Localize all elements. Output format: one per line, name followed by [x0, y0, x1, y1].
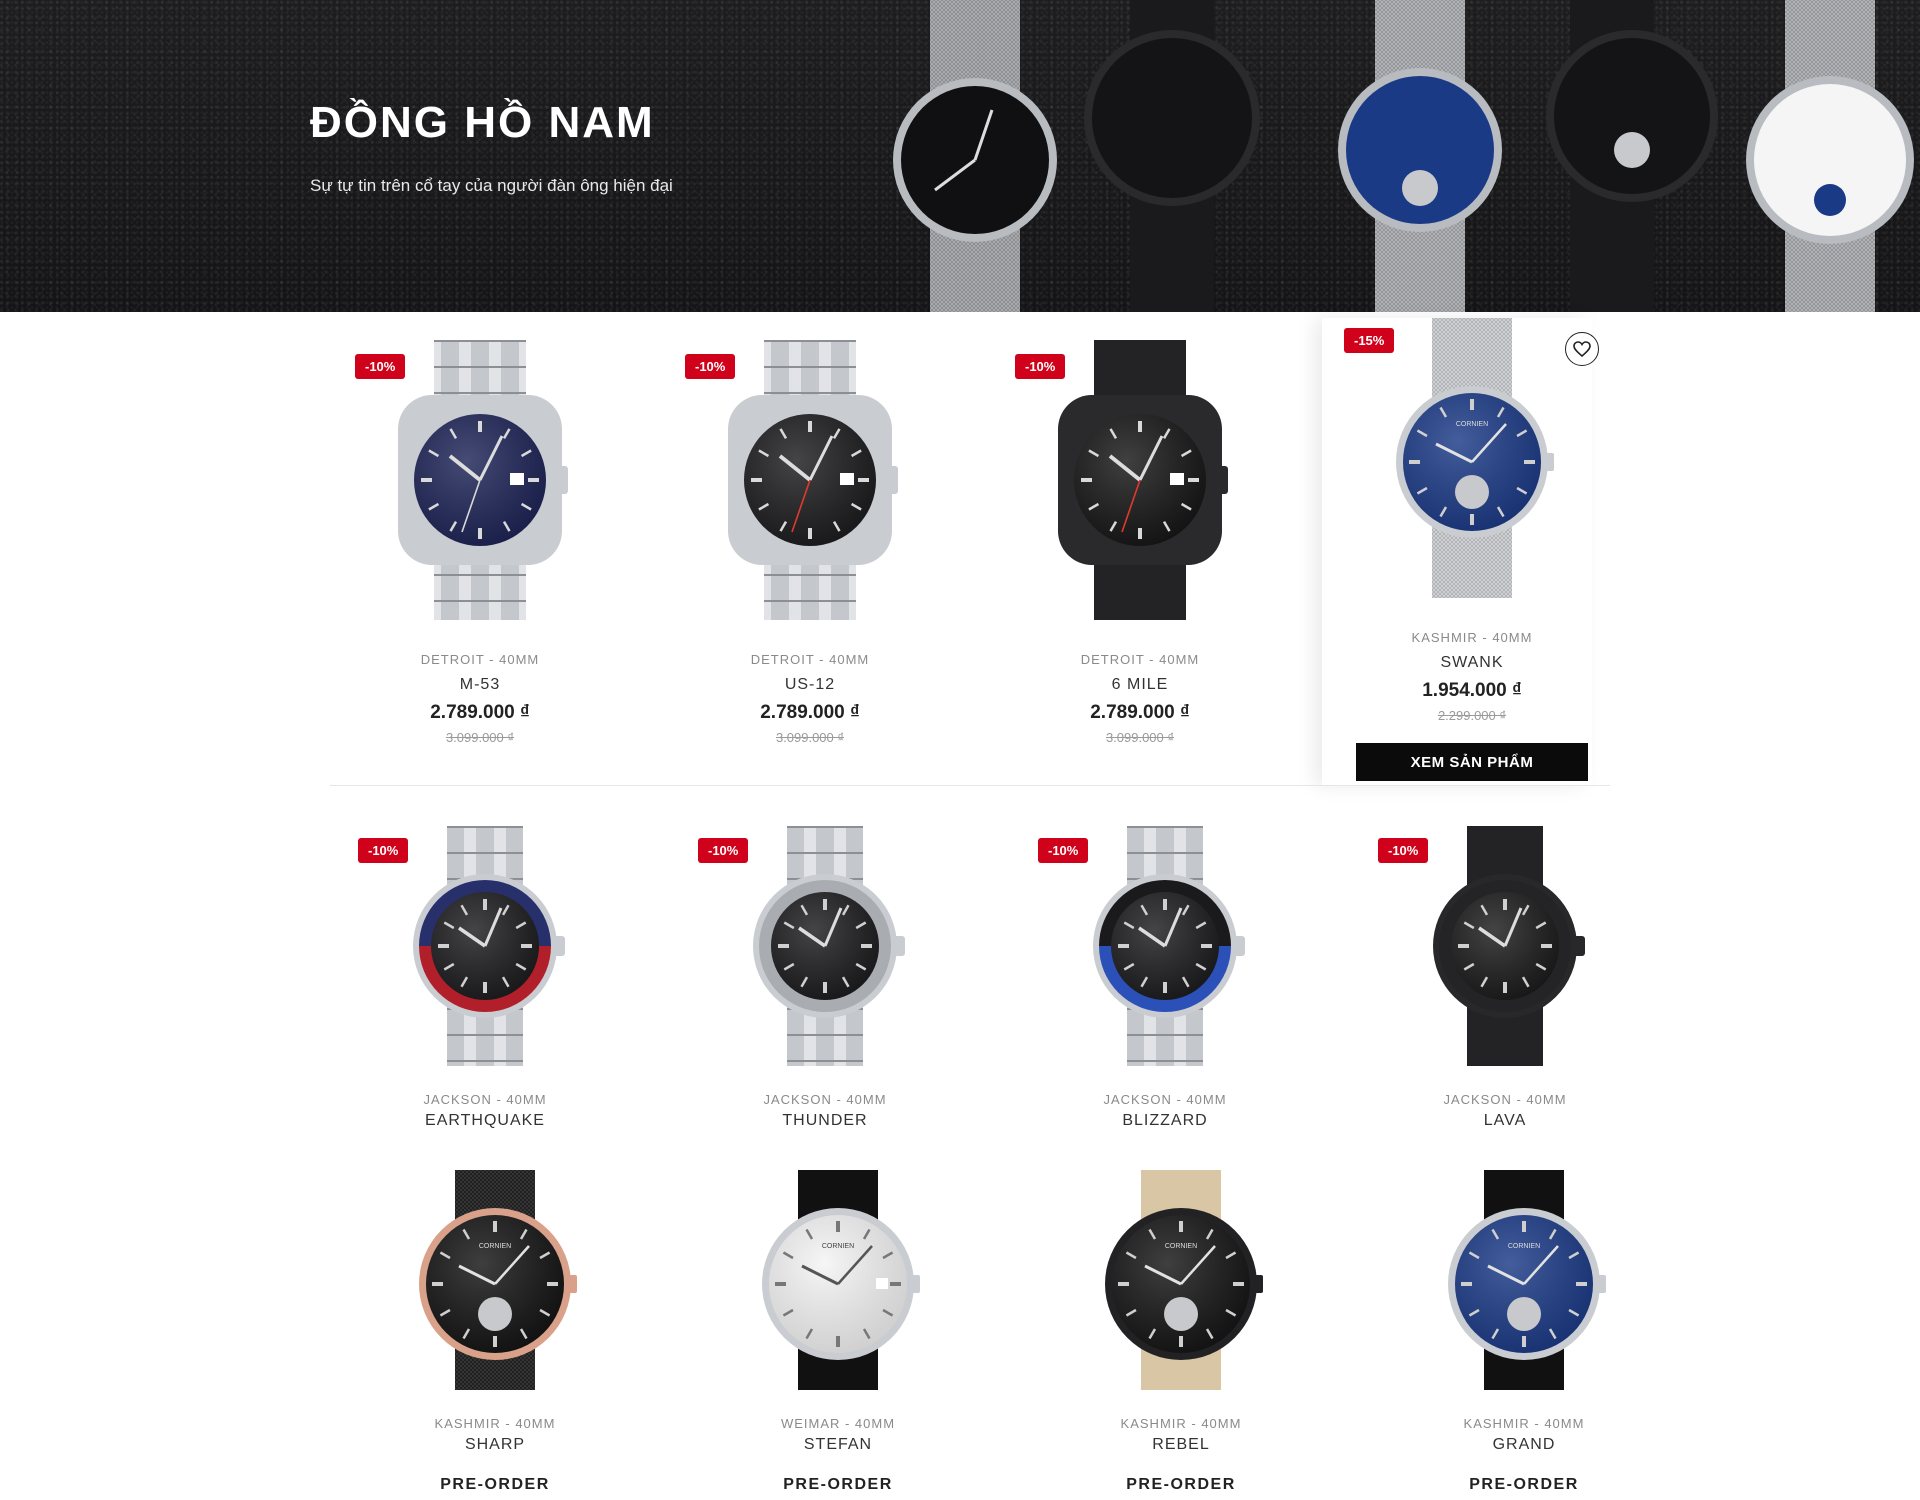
product-card[interactable]: CORNIEN KASHMIR - 40MM SHARP PRE-ORDER [345, 1168, 645, 1493]
product-collection: KASHMIR - 40MM [1411, 630, 1533, 645]
product-image[interactable]: CORNIEN [345, 1170, 645, 1390]
product-collection: JACKSON - 40MM [1443, 1092, 1567, 1107]
product-image[interactable] [330, 340, 630, 620]
svg-text:CORNIEN: CORNIEN [822, 1243, 854, 1250]
pre-order-link[interactable]: PRE-ORDER [1031, 1476, 1331, 1494]
hero-banner: ĐỒNG HỒ NAM Sự tự tin trên cổ tay của ng… [0, 0, 1920, 312]
discount-badge: -10% [685, 354, 736, 379]
product-card[interactable]: -10% DETROIT - 40MM US-12 2.789.000 ₫ 3.099.… [660, 330, 960, 760]
page-title: ĐỒNG HỒ NAM [310, 98, 655, 147]
product-old-price: 3.099.000 ₫ [445, 730, 515, 745]
product-image[interactable] [660, 340, 960, 620]
product-collection: WEIMAR - 40MM [780, 1416, 896, 1431]
product-image[interactable]: CORNIEN [1031, 1170, 1331, 1390]
svg-text:CORNIEN: CORNIEN [1456, 421, 1488, 428]
product-name[interactable]: SHARP [345, 1436, 645, 1454]
discount-badge: -10% [355, 354, 406, 379]
product-old-price: 3.099.000 ₫ [775, 730, 845, 745]
product-price: 2.789.000 ₫ [1090, 702, 1190, 723]
product-collection: KASHMIR - 40MM [434, 1416, 556, 1431]
product-card[interactable]: -10% JACKSON - 40MM LAVA [1355, 820, 1655, 1140]
product-collection: KASHMIR - 40MM [1120, 1416, 1242, 1431]
product-image[interactable] [990, 340, 1290, 620]
product-price: 1.954.000 ₫ [1422, 680, 1522, 701]
watch-image: CORNIEN [419, 1170, 577, 1390]
wishlist-button[interactable] [1565, 332, 1599, 366]
product-collection: KASHMIR - 40MM [1463, 1416, 1585, 1431]
watch-image [728, 340, 898, 620]
product-image[interactable]: CORNIEN [1374, 1170, 1674, 1390]
product-name[interactable]: THUNDER [675, 1112, 975, 1130]
product-card[interactable]: CORNIEN -15% KASHMIR - 40MM SWANK 1.954.000… [1322, 318, 1622, 760]
discount-badge: -10% [698, 838, 749, 863]
product-name[interactable]: STEFAN [688, 1436, 988, 1454]
product-name[interactable]: GRAND [1374, 1436, 1674, 1454]
product-price: 2.789.000 ₫ [430, 702, 530, 723]
product-name[interactable]: REBEL [1031, 1436, 1331, 1454]
watch-image: CORNIEN [1105, 1170, 1263, 1390]
product-name[interactable]: M-53 [330, 676, 630, 694]
product-collection: JACKSON - 40MM [423, 1092, 547, 1107]
product-price: 2.789.000 ₫ [760, 702, 860, 723]
product-image[interactable]: CORNIEN [688, 1170, 988, 1390]
hero-subtitle: Sự tự tin trên cổ tay của người đàn ông … [310, 176, 673, 195]
hero-watch-image [893, 0, 1914, 312]
discount-badge: -10% [1038, 838, 1089, 863]
product-card[interactable]: -10% DETROIT - 40MM 6 MILE 2.789.000 ₫ 3.099… [990, 330, 1290, 760]
product-card[interactable]: CORNIEN KASHMIR - 40MM GRAND PRE-ORDER [1374, 1168, 1674, 1493]
watch-image [1058, 340, 1228, 620]
watch-image: CORNIEN [762, 1170, 920, 1390]
svg-text:CORNIEN: CORNIEN [1508, 1243, 1540, 1250]
product-collection: JACKSON - 40MM [763, 1092, 887, 1107]
pre-order-link[interactable]: PRE-ORDER [345, 1476, 645, 1494]
discount-badge: -10% [1015, 354, 1066, 379]
discount-badge: -10% [1378, 838, 1429, 863]
product-collection: DETROIT - 40MM [750, 652, 870, 667]
svg-text:CORNIEN: CORNIEN [1165, 1243, 1197, 1250]
product-name[interactable]: EARTHQUAKE [335, 1112, 635, 1130]
watch-image: CORNIEN [1448, 1170, 1606, 1390]
product-old-price: 2.299.000 ₫ [1437, 708, 1507, 723]
product-collection: DETROIT - 40MM [1080, 652, 1200, 667]
row-divider [330, 785, 1610, 786]
discount-badge: -10% [358, 838, 409, 863]
svg-text:CORNIEN: CORNIEN [479, 1243, 511, 1250]
heart-icon [1573, 341, 1591, 357]
product-name[interactable]: US-12 [660, 676, 960, 694]
pre-order-link[interactable]: PRE-ORDER [688, 1476, 988, 1494]
view-product-button[interactable]: XEM SẢN PHẨM [1356, 743, 1588, 781]
product-card[interactable]: -10% JACKSON - 40MM EARTHQUAKE [335, 820, 635, 1140]
product-card[interactable]: -10% JACKSON - 40MM THUNDER [675, 820, 975, 1140]
product-card[interactable]: CORNIEN WEIMAR - 40MM STEFAN PRE-ORDER [688, 1168, 988, 1493]
product-name[interactable]: SWANK [1322, 654, 1622, 672]
product-collection: DETROIT - 40MM [420, 652, 540, 667]
product-card[interactable]: -10% DETROIT - 40MM M-53 2.789.000 ₫ 3.099.0… [330, 330, 630, 760]
discount-badge: -15% [1344, 328, 1395, 353]
product-name[interactable]: BLIZZARD [1015, 1112, 1315, 1130]
product-name[interactable]: LAVA [1355, 1112, 1655, 1130]
product-collection: JACKSON - 40MM [1103, 1092, 1227, 1107]
pre-order-link[interactable]: PRE-ORDER [1374, 1476, 1674, 1494]
product-name[interactable]: 6 MILE [990, 676, 1290, 694]
product-card[interactable]: CORNIEN KASHMIR - 40MM REBEL PRE-ORDER [1031, 1168, 1331, 1493]
product-old-price: 3.099.000 ₫ [1105, 730, 1175, 745]
watch-image [398, 340, 568, 620]
product-card[interactable]: -10% JACKSON - 40MM BLIZZARD [1015, 820, 1315, 1140]
